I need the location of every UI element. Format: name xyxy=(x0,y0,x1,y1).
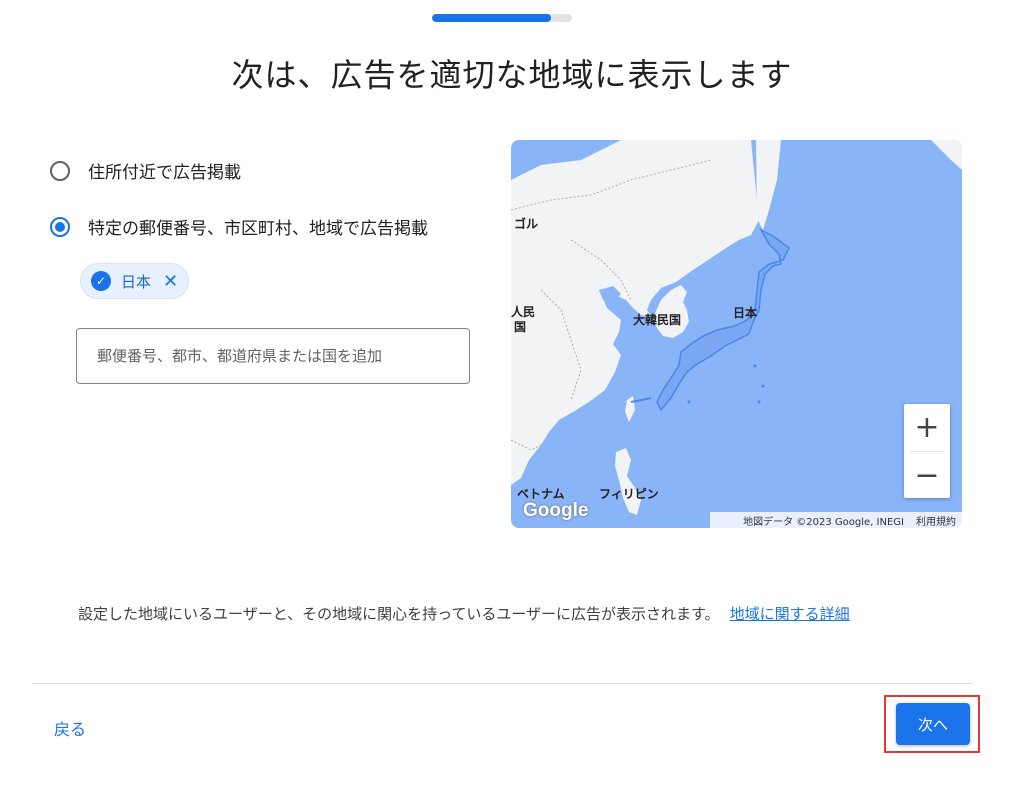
map-islands-ryukyu xyxy=(630,397,652,403)
back-button[interactable]: 戻る xyxy=(54,716,86,740)
footer-divider xyxy=(32,683,972,684)
zoom-out-button[interactable]: − xyxy=(904,452,950,499)
progress-bar-fill xyxy=(432,14,551,22)
map-land-philippines xyxy=(615,448,641,515)
option-near-address-label: 住所付近で広告掲載 xyxy=(88,163,241,183)
region-details-link[interactable]: 地域に関する詳細 xyxy=(730,605,850,623)
location-search-input[interactable] xyxy=(76,328,470,384)
zoom-in-button[interactable]: + xyxy=(904,404,950,451)
map-attribution: 地図データ ©2023 Google, INEGI 利用規約 xyxy=(710,512,962,528)
progress-bar xyxy=(432,14,572,22)
map-island xyxy=(687,400,691,404)
map-label-china-2: 国 xyxy=(514,320,527,334)
radio-near-address[interactable] xyxy=(50,160,70,181)
map-canvas xyxy=(511,140,962,515)
location-chip-japan[interactable]: ✓ 日本 ✕ xyxy=(80,263,190,299)
option-near-address[interactable]: 住所付近で広告掲載 xyxy=(50,158,241,183)
map-label-mongolia: ゴル xyxy=(514,217,539,231)
info-description: 設定した地域にいるユーザーと、その地域に関心を持っているユーザーに広告が表示され… xyxy=(78,605,720,623)
close-icon[interactable]: ✕ xyxy=(163,271,178,292)
option-specific-region-label: 特定の郵便番号、市区町村、地域で広告掲載 xyxy=(88,219,428,239)
google-logo[interactable]: Google xyxy=(523,500,588,522)
radio-specific-region[interactable] xyxy=(50,216,70,237)
map-terms-link[interactable]: 利用規約 xyxy=(916,513,956,528)
option-specific-region[interactable]: 特定の郵便番号、市区町村、地域で広告掲載 xyxy=(50,214,428,239)
map-attribution-text: 地図データ ©2023 Google, INEGI xyxy=(743,516,904,528)
map-island xyxy=(757,400,761,404)
map-label-philippines: フィリピン xyxy=(599,487,659,501)
info-text: 設定した地域にいるユーザーと、その地域に関心を持っているユーザーに広告が表示され… xyxy=(78,603,850,624)
check-circle-icon: ✓ xyxy=(91,271,111,291)
map-land-corner xyxy=(931,140,962,170)
map-label-korea: 大韓民国 xyxy=(633,313,682,327)
map-island xyxy=(761,384,765,388)
map-island xyxy=(753,364,757,368)
chip-label: 日本 xyxy=(121,272,152,291)
page-title: 次は、広告を適切な地域に表示します xyxy=(231,56,793,94)
map-zoom-controls: + − xyxy=(904,404,950,498)
map-label-japan: 日本 xyxy=(733,306,758,320)
map-land-sakhalin xyxy=(756,140,781,230)
map[interactable]: ゴル 人民 国 大韓民国 日本 ベトナム フィリピン xyxy=(511,140,962,528)
map-land-taiwan xyxy=(625,396,635,422)
next-button[interactable]: 次へ xyxy=(896,703,970,745)
